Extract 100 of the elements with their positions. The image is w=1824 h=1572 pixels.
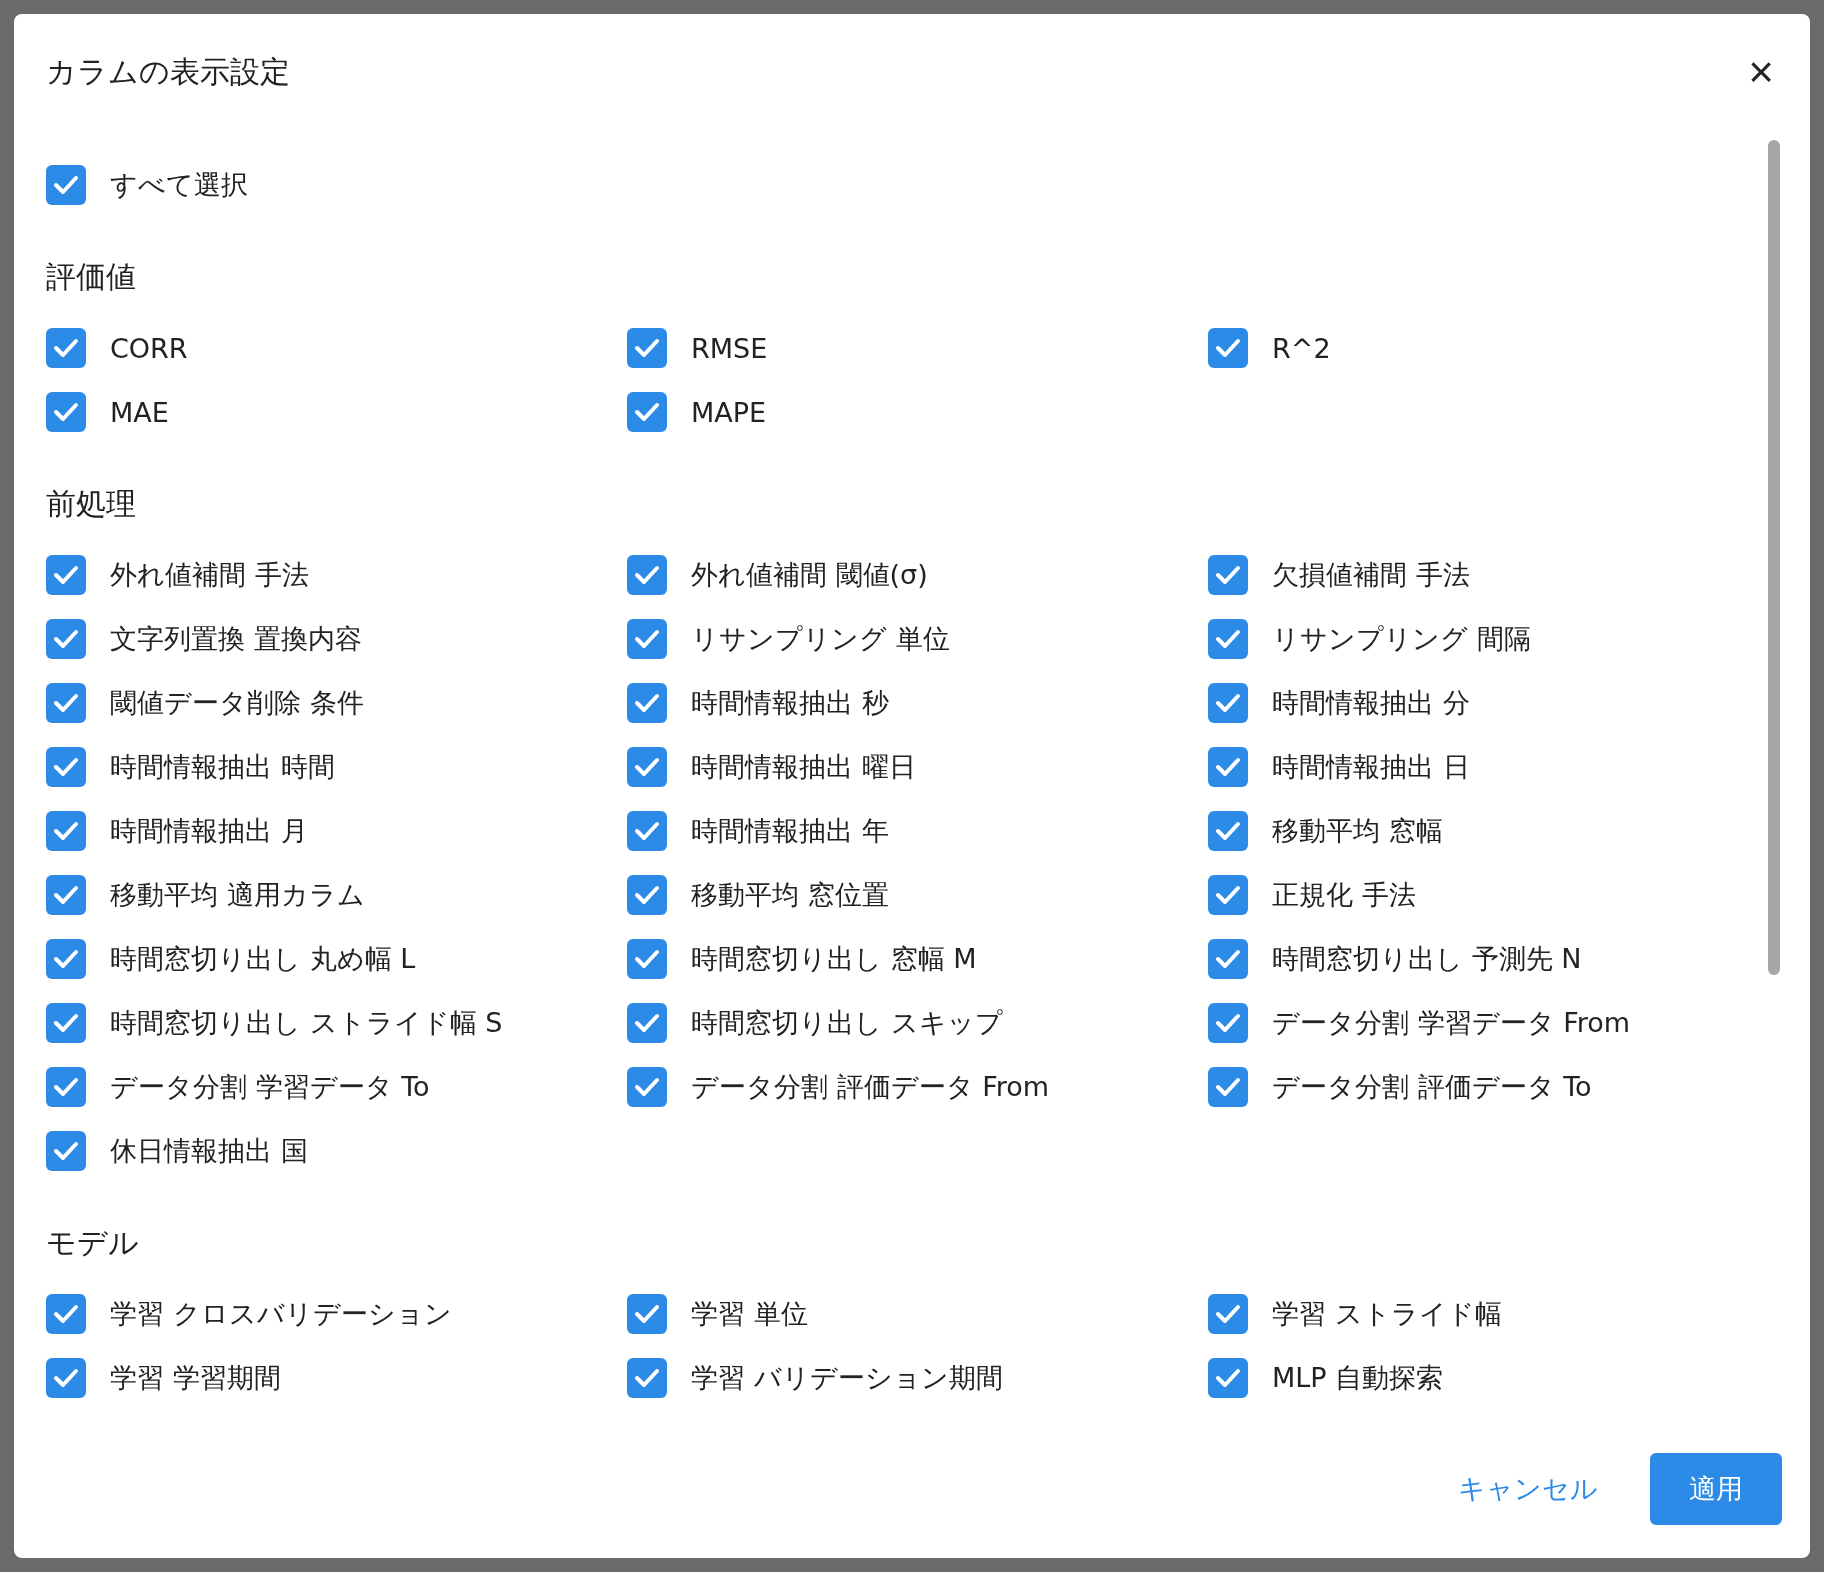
checkbox[interactable] bbox=[46, 328, 86, 368]
checkbox[interactable] bbox=[627, 328, 667, 368]
checkbox-label[interactable]: 移動平均 適用カラム bbox=[110, 877, 365, 913]
checkbox-label[interactable]: リサンプリング 単位 bbox=[691, 621, 950, 657]
checkbox[interactable] bbox=[46, 1294, 86, 1334]
checkbox[interactable] bbox=[627, 875, 667, 915]
checkbox-label[interactable]: 時間窓切り出し 窓幅 M bbox=[691, 941, 977, 977]
checkbox[interactable] bbox=[46, 747, 86, 787]
checkbox-label[interactable]: 時間窓切り出し 丸め幅 L bbox=[110, 941, 416, 977]
checkbox-label[interactable]: データ分割 評価データ From bbox=[691, 1069, 1050, 1105]
checkbox-label[interactable]: 時間情報抽出 分 bbox=[1272, 685, 1470, 721]
checkbox-label[interactable]: MAE bbox=[110, 396, 169, 428]
checkbox-label[interactable]: 時間窓切り出し 予測先 N bbox=[1272, 941, 1582, 977]
checkbox-label[interactable]: 時間情報抽出 曜日 bbox=[691, 749, 916, 785]
checkbox-label[interactable]: 時間窓切り出し スキップ bbox=[691, 1005, 1003, 1041]
checkbox[interactable] bbox=[46, 1358, 86, 1398]
checkbox[interactable] bbox=[627, 619, 667, 659]
checkbox[interactable] bbox=[627, 939, 667, 979]
checkbox[interactable] bbox=[1208, 1067, 1248, 1107]
checkbox[interactable] bbox=[46, 939, 86, 979]
check-icon bbox=[1215, 338, 1241, 358]
checkbox[interactable] bbox=[1208, 939, 1248, 979]
apply-button[interactable]: 適用 bbox=[1650, 1453, 1782, 1525]
checkbox-label[interactable]: 学習 学習期間 bbox=[110, 1360, 281, 1396]
checkbox-label[interactable]: 移動平均 窓幅 bbox=[1272, 813, 1443, 849]
checkbox-label[interactable]: 文字列置換 置換内容 bbox=[110, 621, 362, 657]
checkbox[interactable] bbox=[1208, 619, 1248, 659]
checkbox[interactable] bbox=[46, 555, 86, 595]
checkbox[interactable] bbox=[46, 875, 86, 915]
checkbox[interactable] bbox=[627, 811, 667, 851]
scrollbar[interactable] bbox=[1768, 140, 1780, 975]
check-icon bbox=[1215, 1368, 1241, 1388]
checkbox-label[interactable]: 学習 バリデーション期間 bbox=[691, 1360, 1003, 1396]
check-icon bbox=[1215, 693, 1241, 713]
checkbox[interactable] bbox=[1208, 683, 1248, 723]
check-icon bbox=[634, 885, 660, 905]
checkbox-label[interactable]: MAPE bbox=[691, 396, 767, 428]
check-icon bbox=[53, 1077, 79, 1097]
checkbox[interactable] bbox=[1208, 1358, 1248, 1398]
checkbox-label[interactable]: MLP 自動探索 bbox=[1272, 1360, 1444, 1396]
checkbox[interactable] bbox=[627, 1067, 667, 1107]
checkbox[interactable] bbox=[627, 1003, 667, 1043]
checkbox-label[interactable]: データ分割 学習データ From bbox=[1272, 1005, 1631, 1041]
checkbox[interactable] bbox=[627, 1294, 667, 1334]
checkbox[interactable] bbox=[627, 747, 667, 787]
check-icon bbox=[53, 821, 79, 841]
checkbox-label[interactable]: 閾値データ削除 条件 bbox=[110, 685, 364, 721]
checkbox-label[interactable]: データ分割 学習データ To bbox=[110, 1069, 430, 1105]
checkbox[interactable] bbox=[1208, 328, 1248, 368]
checkbox[interactable] bbox=[1208, 747, 1248, 787]
checkbox-label[interactable]: 時間情報抽出 秒 bbox=[691, 685, 889, 721]
checkbox-label[interactable]: 欠損値補間 手法 bbox=[1272, 557, 1470, 593]
check-icon bbox=[1215, 949, 1241, 969]
checkbox[interactable] bbox=[46, 811, 86, 851]
check-icon bbox=[53, 629, 79, 649]
checkbox-label[interactable]: 時間情報抽出 月 bbox=[110, 813, 308, 849]
check-icon bbox=[53, 175, 79, 195]
cancel-button[interactable]: キャンセル bbox=[1452, 1470, 1604, 1508]
checkbox-label[interactable]: 外れ値補間 手法 bbox=[110, 557, 309, 593]
checkbox-label[interactable]: 外れ値補間 閾値(σ) bbox=[691, 557, 928, 593]
checkbox-label[interactable]: 時間情報抽出 時間 bbox=[110, 749, 335, 785]
checkbox[interactable] bbox=[627, 392, 667, 432]
checkbox-label[interactable]: RMSE bbox=[691, 332, 768, 364]
checkbox[interactable] bbox=[46, 619, 86, 659]
checkbox[interactable] bbox=[1208, 1294, 1248, 1334]
checkbox-label[interactable]: 時間情報抽出 日 bbox=[1272, 749, 1470, 785]
checkbox-label[interactable]: 学習 クロスバリデーション bbox=[110, 1296, 452, 1332]
check-icon bbox=[53, 885, 79, 905]
checkbox-label[interactable]: 正規化 手法 bbox=[1272, 877, 1416, 913]
checkbox-label[interactable]: 休日情報抽出 国 bbox=[110, 1133, 308, 1169]
checkbox[interactable] bbox=[46, 1003, 86, 1043]
check-icon bbox=[53, 402, 79, 422]
section-heading: モデル bbox=[46, 1224, 140, 1262]
checkbox-label[interactable]: データ分割 評価データ To bbox=[1272, 1069, 1592, 1105]
checkbox-label[interactable]: リサンプリング 間隔 bbox=[1272, 621, 1531, 657]
checkbox-label[interactable]: 移動平均 窓位置 bbox=[691, 877, 889, 913]
checkbox[interactable] bbox=[46, 1131, 86, 1171]
checkbox[interactable] bbox=[627, 1358, 667, 1398]
checkbox[interactable] bbox=[46, 392, 86, 432]
checkbox[interactable] bbox=[627, 555, 667, 595]
checkbox-label[interactable]: 学習 単位 bbox=[691, 1296, 808, 1332]
checkbox[interactable] bbox=[1208, 875, 1248, 915]
checkbox-label[interactable]: 学習 ストライド幅 bbox=[1272, 1296, 1502, 1332]
check-icon bbox=[1215, 1304, 1241, 1324]
checkbox[interactable] bbox=[1208, 811, 1248, 851]
checkbox-label[interactable]: 時間窓切り出し ストライド幅 S bbox=[110, 1005, 503, 1041]
check-icon bbox=[634, 1013, 660, 1033]
checkbox[interactable] bbox=[1208, 555, 1248, 595]
check-icon bbox=[634, 757, 660, 777]
checkbox[interactable] bbox=[46, 1067, 86, 1107]
close-button[interactable]: × bbox=[1740, 50, 1782, 94]
checkbox[interactable] bbox=[1208, 1003, 1248, 1043]
checkbox[interactable] bbox=[46, 165, 86, 205]
checkbox-label[interactable]: 時間情報抽出 年 bbox=[691, 813, 889, 849]
checkbox-label[interactable]: すべて選択 bbox=[110, 167, 248, 203]
checkbox[interactable] bbox=[46, 683, 86, 723]
checkbox-label[interactable]: CORR bbox=[110, 332, 188, 364]
check-icon bbox=[634, 693, 660, 713]
checkbox[interactable] bbox=[627, 683, 667, 723]
checkbox-label[interactable]: R^2 bbox=[1272, 332, 1331, 364]
